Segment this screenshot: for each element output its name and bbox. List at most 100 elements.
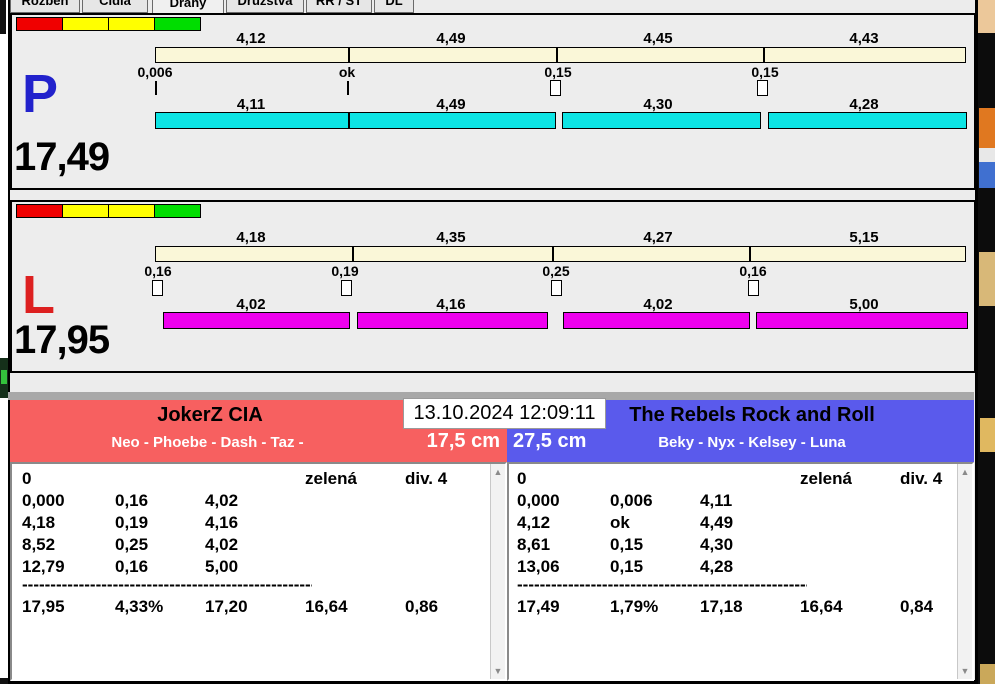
table-row: 13,06 0,15 4,28: [517, 557, 734, 576]
tab-cidla[interactable]: Čidla: [82, 0, 148, 13]
table-row: 4,12 ok 4,49: [517, 513, 734, 532]
p-scale-divider-2: [556, 48, 558, 62]
p-sensor-time-1: 4,12: [236, 30, 266, 47]
p-sensor-time-2: 4,49: [436, 30, 466, 47]
l-scale-bar: [155, 246, 966, 262]
desktop-right-tan-top: [978, 0, 995, 33]
l-gap-value-3: 0,25: [542, 263, 570, 279]
p-run-time-4: 4,28: [849, 96, 879, 113]
lane-panel-p: 4,12 4,49 4,45 4,43 0,006 ok 0,15 0,15 4…: [10, 13, 976, 190]
p-run-time-3: 4,30: [643, 96, 673, 113]
p-gap-tick-1: [155, 81, 157, 95]
p-gap-value-3: 0,15: [544, 64, 572, 80]
scrollbar[interactable]: ▲ ▼: [957, 464, 972, 679]
desktop-right-white: [979, 148, 995, 162]
l-gap-box-2: [341, 280, 352, 296]
l-sensor-time-3: 4,27: [643, 229, 673, 246]
desktop-right-tan-bottom: [980, 664, 995, 684]
desktop-right-orange: [979, 108, 995, 148]
scroll-down-icon[interactable]: ▼: [958, 666, 972, 676]
p-gap-value-2: ok: [338, 64, 356, 80]
p-run-time-2: 4,49: [436, 96, 466, 113]
l-gap-value-1: 0,16: [144, 263, 172, 279]
l-scale-divider-3: [749, 247, 751, 261]
desktop-left-strip: [0, 0, 8, 684]
indicator-red: [16, 17, 63, 31]
l-gap-box-1: [152, 280, 163, 296]
results-right-content: 0 zelená div. 4 0,000 0,006 4,11 4,12 ok…: [509, 464, 957, 679]
p-run-time-1: 4,11: [236, 96, 266, 113]
table-separator: ----------------------------------------…: [517, 578, 807, 594]
l-gap-box-3: [551, 280, 562, 296]
l-scale-divider-1: [352, 247, 354, 261]
tab-rozbeh[interactable]: Rozběh: [10, 0, 80, 13]
team-right-members: Beky - Nyx - Kelsey - Luna: [658, 434, 846, 451]
results-panel-left[interactable]: 0 zelená div. 4 0,000 0,16 4,02 4,18 0,1…: [10, 462, 507, 681]
desktop-right-tan-low: [980, 418, 995, 452]
p-sensor-time-3: 4,45: [643, 30, 673, 47]
l-lane-total: 17,95: [14, 318, 110, 362]
p-gap-value-1: 0,006: [137, 64, 173, 80]
l-lane-letter: L: [22, 265, 55, 325]
table-row: 8,52 0,25 4,02: [22, 535, 239, 554]
desktop-left-icon-green: [1, 370, 7, 384]
datetime-display: 13.10.2024 12:09:11: [403, 398, 606, 429]
l-run-time-2: 4,16: [436, 296, 466, 313]
table-row: 8,61 0,15 4,30: [517, 535, 734, 554]
l-gap-value-2: 0,19: [331, 263, 359, 279]
desktop-left-dark: [0, 0, 6, 34]
table-header-row: 0 zelená div. 4: [22, 469, 448, 488]
l-sensor-time-2: 4,35: [436, 229, 466, 246]
indicator-yellow-1: [62, 204, 109, 218]
p-gap-tick-2: [347, 81, 349, 95]
tab-rr-st[interactable]: RR / ST: [306, 0, 372, 13]
indicator-green: [154, 17, 201, 31]
scrollbar[interactable]: ▲ ▼: [490, 464, 505, 679]
table-row: 12,79 0,16 5,00: [22, 557, 239, 576]
p-scale-bar: [155, 47, 966, 63]
l-gap-box-4: [748, 280, 759, 296]
l-run-bar-3: [563, 312, 750, 329]
scroll-up-icon[interactable]: ▲: [958, 467, 972, 477]
desktop-left-bottom: [0, 678, 8, 684]
indicator-yellow-1: [62, 17, 109, 31]
scroll-up-icon[interactable]: ▲: [491, 467, 505, 477]
l-run-bar-4: [756, 312, 968, 329]
l-gap-value-4: 0,16: [739, 263, 767, 279]
table-header-row: 0 zelená div. 4: [517, 469, 943, 488]
tab-bar: Rozběh Čidla Dráhy Družstva RR / ST DL: [8, 0, 974, 13]
p-gap-box-3: [550, 80, 561, 96]
indicator-yellow-2: [108, 17, 155, 31]
table-row: 0,000 0,16 4,02: [22, 491, 239, 510]
screen: Rozběh Čidla Dráhy Družstva RR / ST DL 4…: [0, 0, 995, 684]
l-sensor-time-1: 4,18: [236, 229, 266, 246]
l-run-time-3: 4,02: [643, 296, 673, 313]
table-totals-row: 17,95 4,33% 17,20 16,64 0,86: [22, 597, 439, 616]
indicator-green: [154, 204, 201, 218]
team-right-jump-height: 27,5 cm: [513, 430, 587, 452]
p-lane-letter: P: [22, 64, 59, 124]
p-run-bar-1: [155, 112, 556, 129]
table-row: 0,000 0,006 4,11: [517, 491, 733, 510]
p-run-bar-2: [562, 112, 761, 129]
l-run-bar-1: [163, 312, 350, 329]
l-sensor-time-4: 5,15: [849, 229, 879, 246]
tab-druzstva[interactable]: Družstva: [226, 0, 304, 13]
lane-panel-l: 4,18 4,35 4,27 5,15 0,16 0,19 0,25 0,16 …: [10, 200, 976, 373]
p-scale-divider-3: [763, 48, 765, 62]
p-run-bar-3: [768, 112, 967, 129]
indicator-red: [16, 204, 63, 218]
tab-drahy[interactable]: Dráhy: [152, 0, 224, 13]
desktop-right-tan-mid: [979, 252, 995, 306]
tab-dl[interactable]: DL: [374, 0, 414, 13]
indicator-yellow-2: [108, 204, 155, 218]
table-separator: ----------------------------------------…: [22, 578, 312, 594]
p-gap-value-4: 0,15: [751, 64, 779, 80]
scroll-down-icon[interactable]: ▼: [491, 666, 505, 676]
desktop-right-blue: [979, 162, 995, 188]
l-run-time-4: 5,00: [849, 296, 879, 313]
l-run-bar-2: [357, 312, 548, 329]
p-lane-total: 17,49: [14, 135, 110, 179]
team-left-jump-height: 17,5 cm: [426, 430, 500, 452]
results-panel-right[interactable]: 0 zelená div. 4 0,000 0,006 4,11 4,12 ok…: [507, 462, 974, 681]
